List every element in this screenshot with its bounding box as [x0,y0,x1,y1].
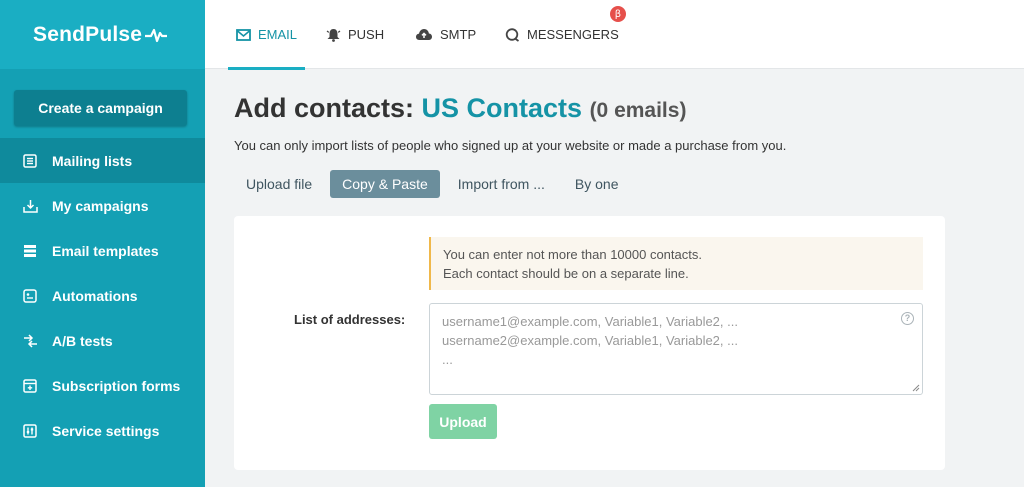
addresses-textarea[interactable]: username1@example.com, Variable1, Variab… [429,303,923,395]
tab-label: EMAIL [258,27,298,42]
sidebar-item-label: My campaigns [52,197,149,214]
templates-icon [22,243,38,259]
sidebar-nav: Mailing lists My campaigns Email templat… [0,138,205,453]
sidebar-item-my-campaigns[interactable]: My campaigns [0,183,205,228]
chat-bubble-icon [505,27,520,42]
placeholder-line: username2@example.com, Variable1, Variab… [442,333,738,348]
pulse-icon [145,28,168,42]
placeholder-line: username1@example.com, Variable1, Variab… [442,314,738,329]
tab-messengers[interactable]: MESSENGERS [505,0,619,69]
tab-label: SMTP [440,27,477,42]
sidebar-item-email-templates[interactable]: Email templates [0,228,205,273]
import-method-tabs: Upload file Copy & Paste Import from ...… [234,170,636,198]
sidebar: SendPulse Create a campaign Mailing list… [0,0,205,487]
tab-copy-paste[interactable]: Copy & Paste [330,170,440,198]
import-notice-text: You can only import lists of people who … [234,138,787,153]
email-count: (0 emails) [589,99,687,122]
logo-area: SendPulse [0,0,205,69]
placeholder-line: ... [442,352,453,367]
envelope-icon [236,28,251,41]
help-icon[interactable]: ? [901,312,914,325]
automations-icon [22,288,38,304]
tab-import-from[interactable]: Import from ... [446,170,557,198]
upload-button[interactable]: Upload [429,404,497,439]
tab-label: PUSH [348,27,385,42]
notice-line: Each contact should be on a separate lin… [443,266,689,281]
resize-handle-icon[interactable] [912,384,920,392]
settings-icon [22,423,38,439]
tab-label: MESSENGERS [527,27,619,42]
page-title: Add contacts: US Contacts (0 emails) [234,93,686,124]
tab-email[interactable]: EMAIL [227,0,306,70]
sidebar-item-subscription-forms[interactable]: Subscription forms [0,363,205,408]
notice-line: You can enter not more than 10000 contac… [443,247,702,262]
limit-notice: You can enter not more than 10000 contac… [429,237,923,290]
sidebar-item-label: Mailing lists [52,152,133,169]
sidebar-item-label: Automations [52,287,138,304]
sidebar-item-mailing-lists[interactable]: Mailing lists [0,138,205,183]
sidebar-item-label: Subscription forms [52,377,181,394]
title-prefix: Add contacts: [234,93,422,123]
campaigns-icon [22,198,38,214]
tab-by-one[interactable]: By one [563,170,631,198]
tab-push[interactable]: PUSH [326,0,384,69]
sidebar-item-label: A/B tests [52,332,113,349]
cloud-upload-icon [415,28,433,41]
logo[interactable]: SendPulse [33,22,168,47]
list-icon [22,153,38,169]
import-card: You can enter not more than 10000 contac… [234,216,945,470]
logo-text: SendPulse [33,22,143,46]
sidebar-item-ab-tests[interactable]: A/B tests [0,318,205,363]
tab-upload-file[interactable]: Upload file [234,170,324,198]
bell-icon [326,28,341,42]
tab-smtp[interactable]: SMTP [415,0,476,69]
ab-tests-icon [22,333,38,349]
beta-badge: β [610,6,626,22]
addresses-label: List of addresses: [294,312,406,327]
top-nav: EMAIL PUSH SMTP MESSENGERS β [205,0,1024,70]
sidebar-item-automations[interactable]: Automations [0,273,205,318]
sidebar-item-label: Email templates [52,242,159,259]
sidebar-item-service-settings[interactable]: Service settings [0,408,205,453]
create-campaign-button[interactable]: Create a campaign [14,90,187,126]
forms-icon [22,378,38,394]
list-name-link[interactable]: US Contacts [422,93,583,123]
sidebar-item-label: Service settings [52,422,160,439]
